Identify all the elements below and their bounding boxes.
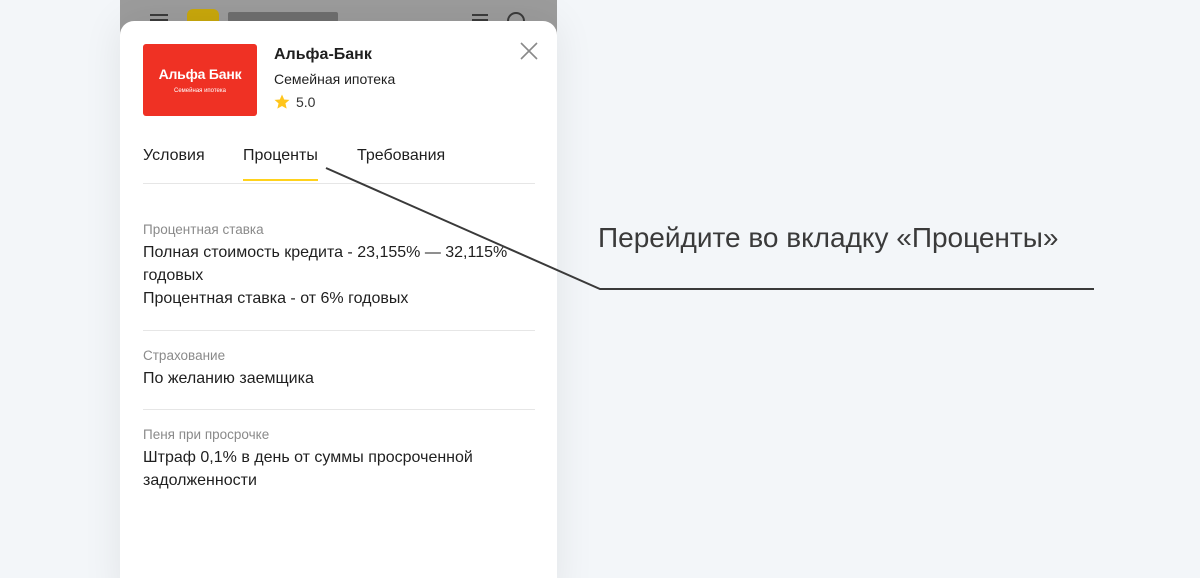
tab-conditions[interactable]: Условия (143, 147, 205, 179)
tab-bar: Условия Проценты Требования (143, 139, 535, 184)
product-name: Семейная ипотека (274, 71, 396, 87)
section-interest-rate: Процентная ставка Полная стоимость креди… (143, 222, 535, 310)
section-value: Штраф 0,1% в день от суммы просроченной … (143, 449, 473, 489)
bank-logo: Альфа Банк Семейная ипотека (143, 44, 257, 116)
divider (143, 409, 535, 410)
section-value: Процентная ставка - от 6% годовых (143, 290, 409, 307)
section-label: Пеня при просрочке (143, 427, 270, 442)
bank-name: Альфа-Банк (274, 46, 372, 63)
section-label: Процентная ставка (143, 222, 264, 237)
bank-logo-subtitle: Семейная ипотека (174, 88, 226, 94)
rating-value: 5.0 (296, 94, 316, 110)
close-icon[interactable] (518, 40, 540, 62)
bank-logo-title: Альфа Банк (158, 66, 242, 82)
divider (143, 330, 535, 331)
section-value: Полная стоимость кредита - 23,155% — 32,… (143, 244, 508, 284)
star-icon (274, 94, 290, 109)
section-penalty: Пеня при просрочке Штраф 0,1% в день от … (143, 427, 535, 492)
section-label: Страхование (143, 348, 226, 363)
section-value: По желанию заемщика (143, 370, 314, 387)
section-insurance: Страхование По желанию заемщика (143, 348, 535, 390)
callout-text: Перейдите во вкладку «Проценты» (598, 222, 1059, 253)
tab-interest[interactable]: Проценты (243, 147, 318, 181)
rating: 5.0 (273, 93, 315, 111)
product-modal: Альфа Банк Семейная ипотека Альфа-Банк С… (120, 21, 557, 578)
tab-requirements[interactable]: Требования (357, 147, 445, 179)
